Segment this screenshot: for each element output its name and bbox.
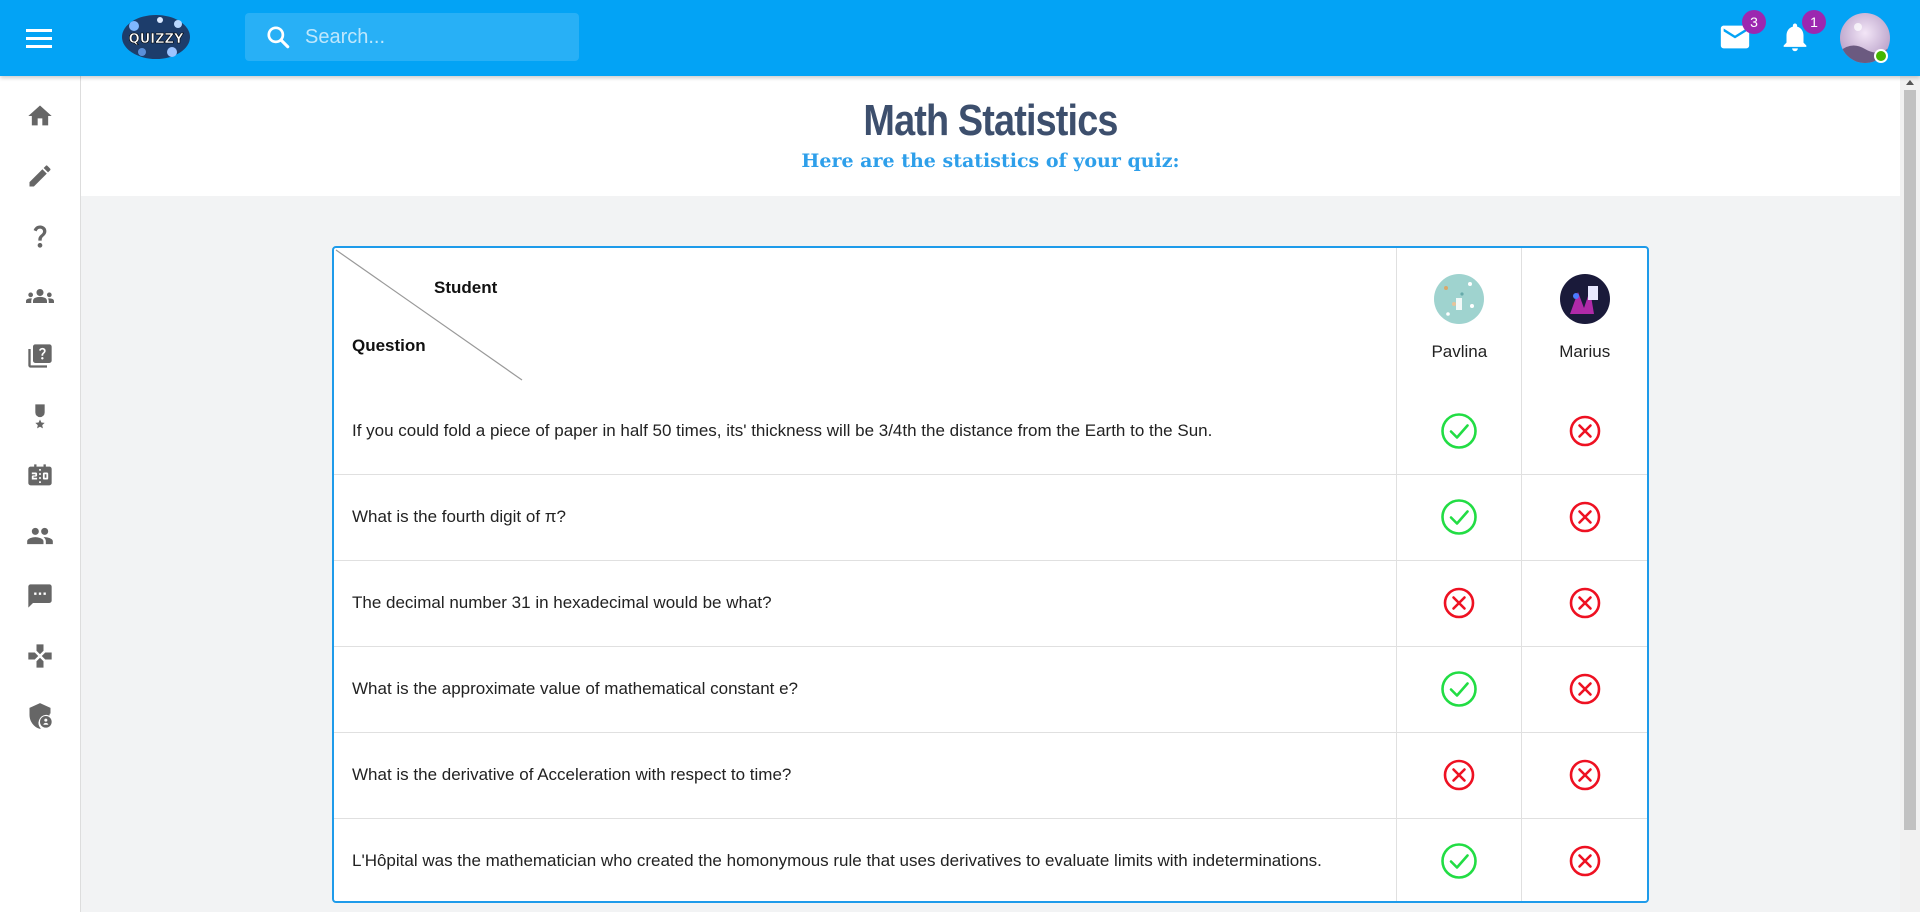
pencil-icon: [29, 165, 51, 187]
sidebar-item-questions[interactable]: [22, 218, 58, 254]
correct-check-icon: [1441, 412, 1478, 449]
sidebar-item-awards[interactable]: [22, 398, 58, 434]
sidebar-item-scoreboard[interactable]: [22, 458, 58, 494]
question-text: If you could fold a piece of paper in ha…: [334, 388, 1398, 475]
notifications-button[interactable]: 1: [1778, 10, 1826, 54]
result-cell: [1396, 646, 1523, 733]
wrong-cross-icon: [1569, 673, 1600, 705]
sidebar-item-groups[interactable]: [22, 278, 58, 314]
correct-check-icon: [1441, 499, 1478, 535]
wrong-cross-icon: [1444, 759, 1475, 791]
award-icon: [35, 404, 45, 429]
question-icon: [33, 225, 47, 248]
table-header-row: Student Question Pavlina Marius: [334, 248, 1647, 388]
question-text: L'Hôpital was the mathematician who crea…: [334, 818, 1398, 901]
games-icon: [28, 644, 52, 668]
page-header: Math Statistics Here are the statistics …: [81, 76, 1900, 196]
quizzy-logo[interactable]: QUIZZY: [120, 12, 192, 62]
table-row: What is the approximate value of mathema…: [334, 646, 1647, 733]
page-title: Math Statistics: [863, 96, 1118, 145]
search-input[interactable]: [305, 25, 565, 49]
result-cell: [1521, 732, 1647, 819]
result-cell: [1521, 646, 1647, 733]
sidebar-item-home[interactable]: [22, 98, 58, 134]
result-cell: [1396, 474, 1523, 561]
correct-check-icon: [1441, 671, 1478, 707]
question-text: The decimal number 31 in hexadecimal wou…: [334, 560, 1398, 647]
sidebar-item-games[interactable]: [22, 638, 58, 674]
people-icon: [27, 527, 53, 545]
svg-text:QUIZZY: QUIZZY: [129, 32, 184, 47]
page-scrollbar[interactable]: [1900, 76, 1920, 912]
wrong-cross-icon: [1444, 587, 1475, 619]
result-cell: [1521, 388, 1647, 475]
table-row: L'Hôpital was the mathematician who crea…: [334, 818, 1647, 901]
home-icon: [28, 105, 52, 126]
sidebar-item-create[interactable]: [22, 158, 58, 194]
table-row: The decimal number 31 in hexadecimal wou…: [334, 560, 1647, 647]
mail-badge: 3: [1742, 10, 1766, 34]
scroll-thumb[interactable]: [1904, 90, 1916, 830]
wrong-cross-icon: [1569, 501, 1600, 533]
student-avatar[interactable]: [1434, 274, 1485, 324]
mail-button[interactable]: 3: [1718, 10, 1766, 54]
page-subtitle: Here are the statistics of your quiz:: [801, 150, 1180, 172]
question-text: What is the approximate value of mathema…: [334, 646, 1398, 733]
scoreboard-icon: [28, 464, 52, 486]
search-bar[interactable]: [245, 13, 579, 61]
student-name: Pavlina: [1431, 342, 1488, 361]
sidebar-item-admin[interactable]: [22, 698, 58, 734]
wrong-cross-icon: [1569, 759, 1600, 791]
result-cell: [1396, 732, 1523, 819]
question-text: What is the derivative of Acceleration w…: [334, 732, 1398, 819]
sidebar-item-people[interactable]: [22, 518, 58, 554]
result-cell: [1396, 388, 1523, 475]
online-status-dot: [1874, 49, 1888, 63]
wrong-cross-icon: [1569, 587, 1600, 619]
corner-header-cell: Student Question: [334, 248, 1398, 388]
result-cell: [1396, 818, 1523, 901]
wrong-cross-icon: [1569, 845, 1600, 877]
student-name: Marius: [1559, 342, 1611, 361]
result-cell: [1522, 818, 1647, 901]
student-column-header: Marius: [1522, 248, 1647, 388]
menu-icon[interactable]: [22, 22, 56, 54]
result-cell: [1521, 560, 1647, 647]
chat-icon: [28, 584, 52, 608]
statistics-table: Student Question Pavlina Marius If you c…: [332, 246, 1649, 903]
correct-check-icon: [1441, 843, 1478, 880]
scroll-up-arrow-icon[interactable]: [1906, 80, 1914, 85]
question-axis-label: Question: [352, 336, 426, 355]
result-cell: [1521, 474, 1647, 561]
wrong-cross-icon: [1569, 415, 1600, 447]
top-app-bar: QUIZZY 3 1: [0, 0, 1920, 76]
groups-icon: [26, 289, 54, 303]
sidebar-item-quizzes[interactable]: [22, 338, 58, 374]
diagonal-divider: [335, 249, 523, 381]
sidebar: [0, 76, 81, 912]
table-row: If you could fold a piece of paper in ha…: [334, 388, 1647, 475]
student-column-header: Pavlina: [1396, 248, 1523, 388]
admin-shield-icon: [29, 703, 52, 729]
student-axis-label: Student: [434, 278, 498, 297]
quiz-library-icon: [28, 344, 52, 368]
table-row: What is the fourth digit of π?: [334, 474, 1647, 561]
notification-badge: 1: [1802, 10, 1826, 34]
question-text: What is the fourth digit of π?: [334, 474, 1398, 561]
sidebar-item-chat[interactable]: [22, 578, 58, 614]
table-row: What is the derivative of Acceleration w…: [334, 732, 1647, 819]
student-avatar[interactable]: [1559, 274, 1610, 324]
result-cell: [1396, 560, 1523, 647]
search-icon: [267, 26, 290, 49]
